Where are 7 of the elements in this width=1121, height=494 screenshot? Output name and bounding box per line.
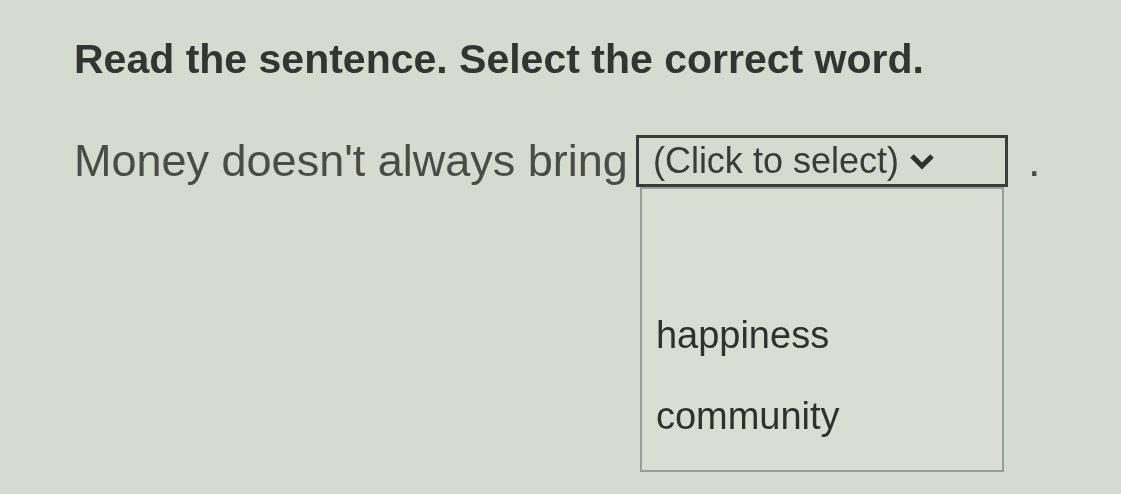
instruction-heading: Read the sentence. Select the correct word. (74, 36, 925, 83)
sentence-text: Money doesn't always bring (74, 135, 628, 187)
dropdown-option[interactable]: happiness (641, 314, 1002, 357)
dropdown-option[interactable]: community (641, 395, 1002, 438)
word-dropdown[interactable]: (Click to select) (635, 135, 1008, 187)
sentence-period: . (1027, 135, 1041, 187)
chevron-icon (908, 152, 935, 170)
